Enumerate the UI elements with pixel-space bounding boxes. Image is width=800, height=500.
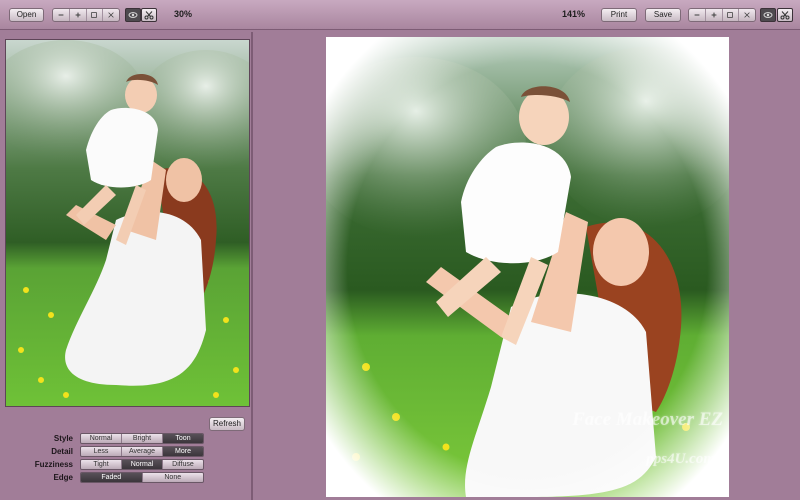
left-crop-scissors-icon[interactable]	[141, 8, 157, 22]
detail-segmented-control: Less Average More	[80, 446, 204, 457]
edge-row: Edge Faded None	[0, 472, 253, 484]
original-image-pane: Refresh Style Normal Bright Toon Detail …	[0, 32, 253, 500]
actual-size-icon[interactable]	[103, 9, 119, 21]
left-zoom-percentage: 30%	[174, 9, 193, 19]
fuzziness-option-normal[interactable]: Normal	[122, 460, 163, 469]
detail-row: Detail Less Average More	[0, 446, 253, 458]
detail-label: Detail	[51, 447, 73, 456]
fit-window-icon[interactable]	[87, 9, 104, 21]
right-crop-scissors-icon[interactable]	[777, 8, 793, 22]
fuzziness-label: Fuzziness	[34, 460, 73, 469]
open-button[interactable]: Open	[9, 8, 44, 22]
detail-option-more[interactable]: More	[163, 447, 203, 456]
style-row: Style Normal Bright Toon	[0, 433, 253, 445]
main-toolbar: Open 30% 141% Print Save	[0, 0, 800, 30]
style-segmented-control: Normal Bright Toon	[80, 433, 204, 444]
zoom-out-icon[interactable]	[53, 9, 70, 21]
original-photo[interactable]	[5, 39, 250, 407]
edge-segmented-control: Faded None	[80, 472, 204, 483]
zoom-in-icon[interactable]	[70, 9, 87, 21]
detail-option-less[interactable]: Less	[81, 447, 122, 456]
detail-option-average[interactable]: Average	[122, 447, 163, 456]
result-photo[interactable]: Face Makeover EZ pps4U.com	[326, 37, 729, 497]
watermark-title: Face Makeover EZ	[572, 409, 723, 430]
fuzziness-option-diffuse[interactable]: Diffuse	[163, 460, 203, 469]
zoom-in-icon[interactable]	[706, 9, 723, 21]
refresh-button[interactable]: Refresh	[209, 417, 245, 431]
right-view-eye-icon[interactable]	[760, 8, 776, 22]
style-label: Style	[53, 434, 73, 443]
right-zoom-percentage: 141%	[562, 9, 586, 19]
zoom-out-icon[interactable]	[689, 9, 706, 21]
style-option-toon[interactable]: Toon	[163, 434, 203, 443]
right-zoom-controls	[688, 8, 756, 22]
fuzziness-segmented-control: Tight Normal Diffuse	[80, 459, 204, 470]
actual-size-icon[interactable]	[739, 9, 755, 21]
result-image-pane: Face Makeover EZ pps4U.com	[255, 32, 800, 500]
left-zoom-controls	[52, 8, 120, 22]
fit-window-icon[interactable]	[723, 9, 740, 21]
left-view-eye-icon[interactable]	[125, 8, 141, 22]
edge-option-none[interactable]: None	[142, 473, 203, 482]
fuzziness-option-tight[interactable]: Tight	[81, 460, 122, 469]
edge-option-faded[interactable]: Faded	[81, 473, 143, 482]
watermark-url: pps4U.com	[646, 451, 715, 467]
style-option-bright[interactable]: Bright	[122, 434, 163, 443]
fuzziness-row: Fuzziness Tight Normal Diffuse	[0, 459, 253, 471]
save-button[interactable]: Save	[645, 8, 681, 22]
style-option-normal[interactable]: Normal	[81, 434, 122, 443]
print-button[interactable]: Print	[601, 8, 637, 22]
edge-label: Edge	[53, 473, 73, 482]
original-photo-image	[6, 40, 249, 406]
